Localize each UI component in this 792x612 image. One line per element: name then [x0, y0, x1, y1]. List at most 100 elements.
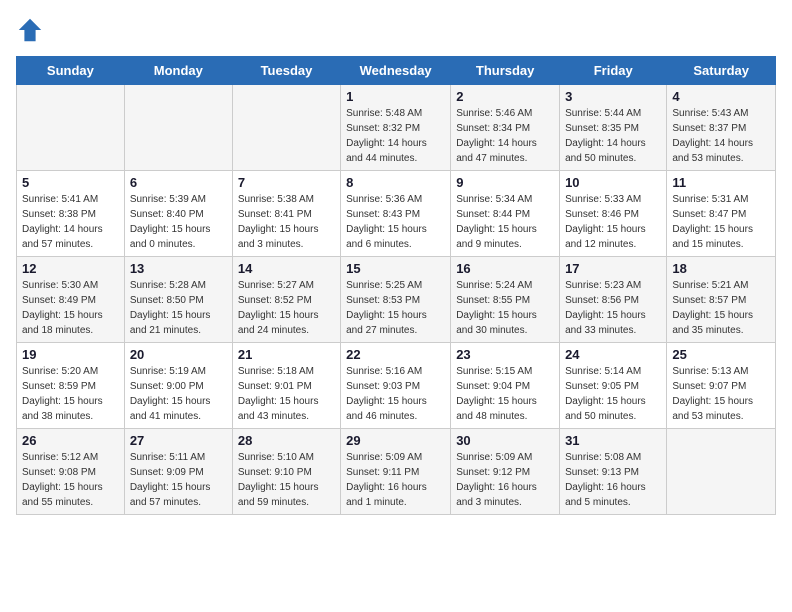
day-header-friday: Friday [560, 57, 667, 85]
day-number: 14 [238, 261, 335, 276]
day-cell [232, 85, 340, 171]
day-number: 5 [22, 175, 119, 190]
day-cell: 3 Sunrise: 5:44 AM Sunset: 8:35 PM Daylig… [560, 85, 667, 171]
week-row-1: 1 Sunrise: 5:48 AM Sunset: 8:32 PM Daylig… [17, 85, 776, 171]
day-number: 31 [565, 433, 661, 448]
day-info: Sunrise: 5:48 AM Sunset: 8:32 PM Dayligh… [346, 106, 445, 166]
day-cell: 7Sunrise: 5:38 AM Sunset: 8:41 PM Daylig… [232, 171, 340, 257]
logo [16, 16, 48, 44]
day-info: Sunrise: 5:23 AM Sunset: 8:56 PM Dayligh… [565, 278, 661, 338]
day-header-monday: Monday [124, 57, 232, 85]
day-info: Sunrise: 5:10 AM Sunset: 9:10 PM Dayligh… [238, 450, 335, 510]
day-number: 10 [565, 175, 661, 190]
day-info: Sunrise: 5:46 AM Sunset: 8:34 PM Dayligh… [456, 106, 554, 166]
day-info: Sunrise: 5:08 AM Sunset: 9:13 PM Dayligh… [565, 450, 661, 510]
day-cell: 31 Sunrise: 5:08 AM Sunset: 9:13 PM Dayli… [560, 429, 667, 515]
page-header [16, 16, 776, 44]
day-cell: 10Sunrise: 5:33 AM Sunset: 8:46 PM Dayli… [560, 171, 667, 257]
day-cell: 19 Sunrise: 5:20 AM Sunset: 8:59 PM Dayli… [17, 343, 125, 429]
day-header-sunday: Sunday [17, 57, 125, 85]
day-info: Sunrise: 5:36 AM Sunset: 8:43 PM Dayligh… [346, 192, 445, 252]
day-number: 8 [346, 175, 445, 190]
day-number: 28 [238, 433, 335, 448]
day-header-saturday: Saturday [667, 57, 776, 85]
day-cell [124, 85, 232, 171]
day-cell: 21 Sunrise: 5:18 AM Sunset: 9:01 PM Dayli… [232, 343, 340, 429]
day-number: 24 [565, 347, 661, 362]
day-number: 7 [238, 175, 335, 190]
day-cell: 1 Sunrise: 5:48 AM Sunset: 8:32 PM Daylig… [341, 85, 451, 171]
day-cell: 30 Sunrise: 5:09 AM Sunset: 9:12 PM Dayli… [451, 429, 560, 515]
day-info: Sunrise: 5:14 AM Sunset: 9:05 PM Dayligh… [565, 364, 661, 424]
day-cell: 24 Sunrise: 5:14 AM Sunset: 9:05 PM Dayli… [560, 343, 667, 429]
day-info: Sunrise: 5:21 AM Sunset: 8:57 PM Dayligh… [672, 278, 770, 338]
day-cell: 25 Sunrise: 5:13 AM Sunset: 9:07 PM Dayli… [667, 343, 776, 429]
day-info: Sunrise: 5:11 AM Sunset: 9:09 PM Dayligh… [130, 450, 227, 510]
day-number: 11 [672, 175, 770, 190]
day-info: Sunrise: 5:39 AM Sunset: 8:40 PM Dayligh… [130, 192, 227, 252]
day-info: Sunrise: 5:09 AM Sunset: 9:12 PM Dayligh… [456, 450, 554, 510]
day-header-tuesday: Tuesday [232, 57, 340, 85]
day-cell: 11 Sunrise: 5:31 AM Sunset: 8:47 PM Dayli… [667, 171, 776, 257]
day-cell: 27Sunrise: 5:11 AM Sunset: 9:09 PM Dayli… [124, 429, 232, 515]
day-info: Sunrise: 5:30 AM Sunset: 8:49 PM Dayligh… [22, 278, 119, 338]
day-number: 25 [672, 347, 770, 362]
day-cell: 22 Sunrise: 5:16 AM Sunset: 9:03 PM Dayli… [341, 343, 451, 429]
day-number: 3 [565, 89, 661, 104]
day-cell: 9 Sunrise: 5:34 AM Sunset: 8:44 PM Daylig… [451, 171, 560, 257]
day-number: 29 [346, 433, 445, 448]
day-number: 6 [130, 175, 227, 190]
day-info: Sunrise: 5:16 AM Sunset: 9:03 PM Dayligh… [346, 364, 445, 424]
day-info: Sunrise: 5:28 AM Sunset: 8:50 PM Dayligh… [130, 278, 227, 338]
day-info: Sunrise: 5:34 AM Sunset: 8:44 PM Dayligh… [456, 192, 554, 252]
day-number: 26 [22, 433, 119, 448]
day-header-thursday: Thursday [451, 57, 560, 85]
day-info: Sunrise: 5:41 AM Sunset: 8:38 PM Dayligh… [22, 192, 119, 252]
day-cell: 18 Sunrise: 5:21 AM Sunset: 8:57 PM Dayli… [667, 257, 776, 343]
week-row-2: 5 Sunrise: 5:41 AM Sunset: 8:38 PM Daylig… [17, 171, 776, 257]
day-number: 2 [456, 89, 554, 104]
day-cell: 26 Sunrise: 5:12 AM Sunset: 9:08 PM Dayli… [17, 429, 125, 515]
day-number: 21 [238, 347, 335, 362]
day-cell: 13Sunrise: 5:28 AM Sunset: 8:50 PM Dayli… [124, 257, 232, 343]
day-info: Sunrise: 5:44 AM Sunset: 8:35 PM Dayligh… [565, 106, 661, 166]
day-info: Sunrise: 5:18 AM Sunset: 9:01 PM Dayligh… [238, 364, 335, 424]
logo-icon [16, 16, 44, 44]
day-number: 12 [22, 261, 119, 276]
day-info: Sunrise: 5:31 AM Sunset: 8:47 PM Dayligh… [672, 192, 770, 252]
day-number: 19 [22, 347, 119, 362]
day-info: Sunrise: 5:15 AM Sunset: 9:04 PM Dayligh… [456, 364, 554, 424]
day-info: Sunrise: 5:27 AM Sunset: 8:52 PM Dayligh… [238, 278, 335, 338]
day-info: Sunrise: 5:09 AM Sunset: 9:11 PM Dayligh… [346, 450, 445, 510]
day-cell: 16Sunrise: 5:24 AM Sunset: 8:55 PM Dayli… [451, 257, 560, 343]
day-info: Sunrise: 5:19 AM Sunset: 9:00 PM Dayligh… [130, 364, 227, 424]
week-row-5: 26 Sunrise: 5:12 AM Sunset: 9:08 PM Dayli… [17, 429, 776, 515]
calendar-table: SundayMondayTuesdayWednesdayThursdayFrid… [16, 56, 776, 515]
day-number: 23 [456, 347, 554, 362]
day-number: 1 [346, 89, 445, 104]
day-header-wednesday: Wednesday [341, 57, 451, 85]
day-number: 22 [346, 347, 445, 362]
day-cell: 5 Sunrise: 5:41 AM Sunset: 8:38 PM Daylig… [17, 171, 125, 257]
week-row-3: 12 Sunrise: 5:30 AM Sunset: 8:49 PM Dayli… [17, 257, 776, 343]
day-cell: 8 Sunrise: 5:36 AM Sunset: 8:43 PM Daylig… [341, 171, 451, 257]
day-cell: 14 Sunrise: 5:27 AM Sunset: 8:52 PM Dayli… [232, 257, 340, 343]
header-row: SundayMondayTuesdayWednesdayThursdayFrid… [17, 57, 776, 85]
day-cell: 4Sunrise: 5:43 AM Sunset: 8:37 PM Daylig… [667, 85, 776, 171]
day-info: Sunrise: 5:20 AM Sunset: 8:59 PM Dayligh… [22, 364, 119, 424]
day-cell: 17 Sunrise: 5:23 AM Sunset: 8:56 PM Dayli… [560, 257, 667, 343]
day-number: 17 [565, 261, 661, 276]
day-cell: 29 Sunrise: 5:09 AM Sunset: 9:11 PM Dayli… [341, 429, 451, 515]
day-number: 30 [456, 433, 554, 448]
day-number: 18 [672, 261, 770, 276]
day-number: 20 [130, 347, 227, 362]
day-cell: 15Sunrise: 5:25 AM Sunset: 8:53 PM Dayli… [341, 257, 451, 343]
day-cell: 28 Sunrise: 5:10 AM Sunset: 9:10 PM Dayli… [232, 429, 340, 515]
day-cell: 20 Sunrise: 5:19 AM Sunset: 9:00 PM Dayli… [124, 343, 232, 429]
day-number: 4 [672, 89, 770, 104]
day-info: Sunrise: 5:13 AM Sunset: 9:07 PM Dayligh… [672, 364, 770, 424]
day-number: 15 [346, 261, 445, 276]
day-info: Sunrise: 5:12 AM Sunset: 9:08 PM Dayligh… [22, 450, 119, 510]
day-number: 9 [456, 175, 554, 190]
week-row-4: 19 Sunrise: 5:20 AM Sunset: 8:59 PM Dayli… [17, 343, 776, 429]
